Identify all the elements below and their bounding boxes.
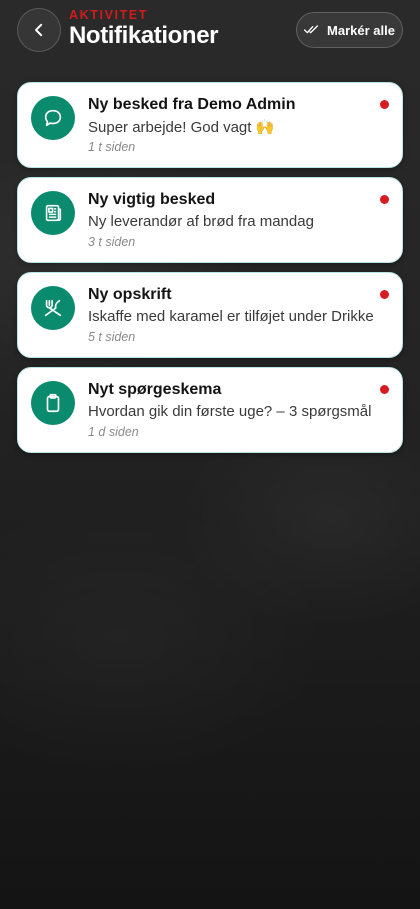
notification-title: Ny opskrift	[88, 286, 172, 303]
fork-knife-icon	[31, 286, 75, 330]
notification-card[interactable]: Nyt spørgeskema Hvordan gik din første u…	[17, 367, 403, 453]
notification-card[interactable]: Ny besked fra Demo Admin Super arbejde! …	[17, 82, 403, 168]
newspaper-icon	[31, 191, 75, 235]
notification-time: 1 d siden	[88, 425, 139, 439]
unread-dot	[380, 195, 389, 204]
back-button[interactable]	[17, 8, 61, 52]
double-check-icon	[304, 24, 320, 36]
mark-all-button[interactable]: Markér alle	[296, 12, 403, 48]
notification-title: Ny vigtig besked	[88, 191, 216, 208]
unread-dot	[380, 290, 389, 299]
notification-body: Hvordan gik din første uge? – 3 spørgsmå…	[88, 403, 372, 420]
notification-card[interactable]: Ny opskrift Iskaffe med karamel er tilfø…	[17, 272, 403, 358]
unread-dot	[380, 385, 389, 394]
chevron-left-icon	[30, 21, 48, 39]
notification-body: Iskaffe med karamel er tilføjet under Dr…	[88, 308, 374, 325]
notification-body: Ny leverandør af brød fra mandag	[88, 213, 314, 230]
page-title: Notifikationer	[69, 22, 219, 49]
top-bar: AKTIVITET Notifikationer Markér alle	[0, 0, 420, 70]
notification-time: 3 t siden	[88, 235, 136, 249]
unread-dot	[380, 100, 389, 109]
notification-card[interactable]: Ny vigtig besked Ny leverandør af brød f…	[17, 177, 403, 263]
notification-title: Ny besked fra Demo Admin	[88, 96, 296, 113]
notification-title: Nyt spørgeskema	[88, 381, 222, 398]
clipboard-icon	[31, 381, 75, 425]
section-eyebrow: AKTIVITET	[69, 8, 148, 22]
chat-bubble-icon	[31, 96, 75, 140]
notification-time: 5 t siden	[88, 330, 136, 344]
mark-all-label: Markér alle	[327, 22, 395, 38]
notification-body: Super arbejde! God vagt 🙌	[88, 119, 275, 136]
notification-list: Ny besked fra Demo Admin Super arbejde! …	[17, 82, 403, 462]
notification-time: 1 t siden	[88, 140, 136, 154]
